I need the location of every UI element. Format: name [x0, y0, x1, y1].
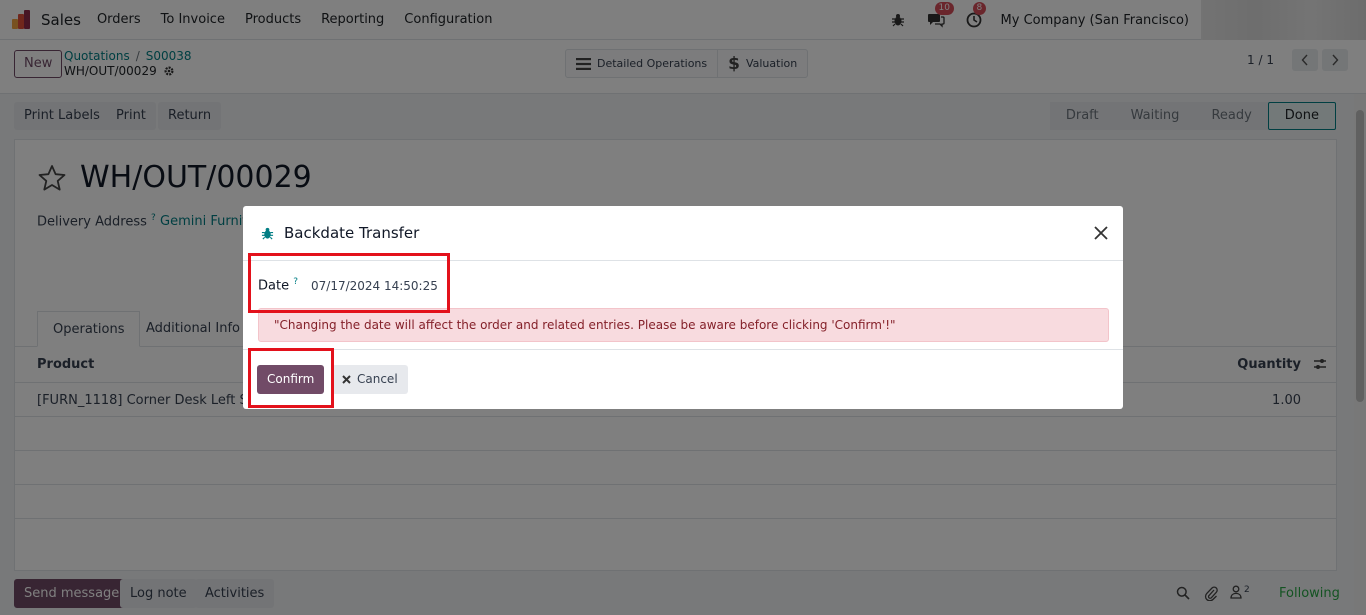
- dialog-title: Backdate Transfer: [284, 224, 420, 242]
- close-icon[interactable]: [1091, 223, 1111, 243]
- cancel-button[interactable]: Cancel: [332, 365, 408, 394]
- debug-bug-icon: [261, 227, 274, 240]
- confirm-highlight-box: [248, 348, 334, 408]
- dialog-footer: Confirm Cancel: [243, 349, 1123, 409]
- cancel-label: Cancel: [357, 372, 398, 386]
- date-change-warning: "Changing the date will affect the order…: [258, 308, 1109, 342]
- date-highlight-box: [248, 253, 450, 313]
- close-icon: [342, 375, 351, 384]
